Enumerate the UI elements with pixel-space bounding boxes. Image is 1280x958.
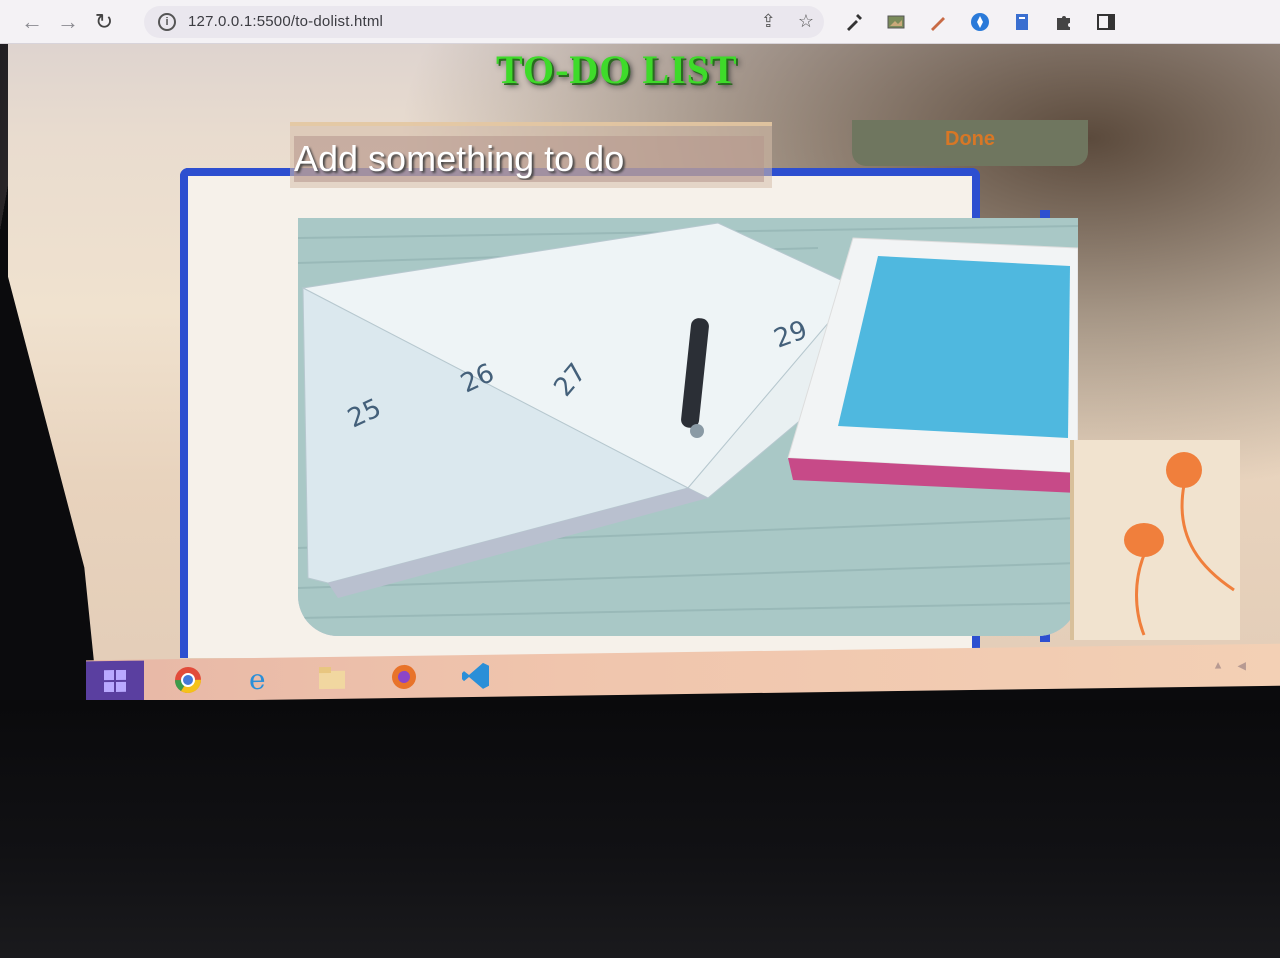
image-icon[interactable]	[886, 12, 906, 32]
chrome-icon	[174, 666, 202, 693]
taskbar-file-explorer[interactable]	[304, 658, 360, 699]
puzzle-icon[interactable]	[1054, 12, 1074, 32]
reload-button[interactable]: ↻	[86, 4, 122, 40]
document-icon[interactable]	[1012, 12, 1032, 32]
start-button[interactable]	[86, 660, 144, 702]
system-tray: ▲ ◀	[1213, 659, 1246, 672]
earphones-image	[1124, 452, 1235, 636]
bookmark-star-icon[interactable]: ☆	[798, 11, 814, 32]
forward-icon: →	[57, 8, 79, 34]
page-title: TO-DO LIST	[496, 47, 738, 92]
folder-icon	[319, 666, 345, 690]
volume-icon[interactable]: ◀	[1238, 659, 1246, 672]
browser-toolbar: ← → ↻ i 127.0.0.1:5500/to-dolist.html ⇪ …	[0, 0, 1280, 44]
internet-explorer-icon: e	[249, 664, 266, 694]
earphones-decoration	[1070, 440, 1240, 640]
task-input[interactable]	[294, 136, 764, 182]
sidebar-icon[interactable]	[1096, 12, 1116, 32]
pencil-icon[interactable]	[928, 12, 948, 32]
taskbar-firefox[interactable]	[376, 657, 432, 698]
address-bar[interactable]: i 127.0.0.1:5500/to-dolist.html ⇪ ☆	[144, 5, 824, 38]
back-icon: ←	[21, 8, 43, 34]
reload-icon: ↻	[94, 8, 114, 34]
planner-illustration: 25 26 27 29	[298, 218, 1078, 636]
windows-icon	[104, 669, 126, 693]
monitor-bezel	[0, 700, 1280, 958]
back-button[interactable]: ←	[14, 4, 50, 40]
svg-text:e: e	[249, 664, 266, 694]
taskbar-vscode[interactable]	[448, 656, 504, 697]
planner-image: 25 26 27 29	[298, 218, 1078, 636]
url-text: 127.0.0.1:5500/to-dolist.html	[188, 13, 384, 30]
share-icon[interactable]: ⇪	[761, 11, 776, 32]
info-icon[interactable]: i	[158, 12, 176, 31]
blue-circle-icon[interactable]	[970, 12, 990, 32]
done-button[interactable]: Done	[852, 120, 1088, 166]
forward-button[interactable]: →	[50, 4, 86, 40]
extension-icons	[844, 12, 1116, 32]
task-input-wrapper	[290, 122, 772, 188]
taskbar-chrome[interactable]	[160, 660, 216, 701]
taskbar-internet-explorer[interactable]: e	[232, 659, 288, 700]
vscode-icon	[462, 662, 489, 689]
firefox-icon	[392, 664, 416, 689]
network-icon[interactable]: ▲	[1213, 659, 1224, 671]
eyedropper-icon[interactable]	[844, 12, 864, 32]
